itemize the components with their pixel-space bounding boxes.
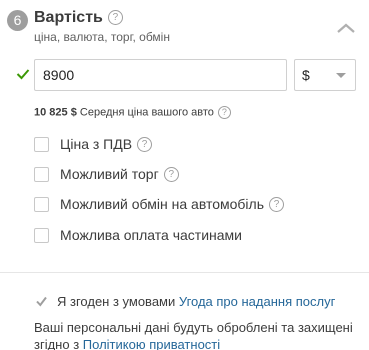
vat-checkbox[interactable] [34,136,49,152]
help-icon[interactable]: ? [163,166,179,182]
section-divider [0,272,369,273]
option-installments[interactable]: Можлива оплата частинами [34,226,242,244]
agreement-label: Я згоден з умовами [57,293,176,309]
average-price-line: 10 825 $ Середня ціна вашого авто? [34,106,231,119]
option-label: Можлива оплата частинами [60,227,242,243]
option-label: Можливий обмін на автомобіль [60,196,264,212]
section-subtitle: ціна, валюта, торг, обмін [34,30,170,44]
privacy-notice: Ваші персональні дані будуть оброблені т… [34,319,364,350]
exchange-checkbox[interactable] [34,196,49,212]
agreement-checkbox[interactable] [34,294,49,309]
bargain-checkbox[interactable] [34,166,49,182]
terms-link[interactable]: Угода про надання послуг [179,294,335,309]
privacy-policy-link[interactable]: Політикою приватності [83,337,220,350]
section-title-text: Вартість [34,9,103,26]
option-label: Можливий торг [60,166,159,182]
agreement-row: Я згоден з умовами Угода про надання пос… [34,292,335,310]
installments-checkbox[interactable] [34,227,49,243]
help-icon[interactable]: ? [107,10,123,26]
help-icon[interactable]: ? [269,196,284,212]
caret-down-icon [336,73,346,78]
help-icon[interactable]: ? [217,106,231,119]
option-exchange[interactable]: Можливий обмін на автомобіль? [34,195,284,213]
price-input[interactable] [34,59,287,91]
option-label: Ціна з ПДВ [60,136,133,152]
agreement-text: Я згоден з умовами Угода про надання пос… [57,294,335,309]
average-price-label: Середня ціна вашого авто [79,106,214,119]
step-number-badge: 6 [7,10,28,31]
section-title: Вартість? [34,9,123,27]
average-price-amount: 10 825 $ [34,106,77,119]
currency-selected-value: $ [302,67,310,83]
checkmark-icon [16,69,30,80]
currency-select[interactable]: $ [294,59,356,91]
option-vat[interactable]: Ціна з ПДВ? [34,135,153,153]
option-bargain[interactable]: Можливий торг? [34,165,179,183]
chevron-up-icon[interactable] [336,22,356,34]
help-icon[interactable]: ? [137,136,153,152]
